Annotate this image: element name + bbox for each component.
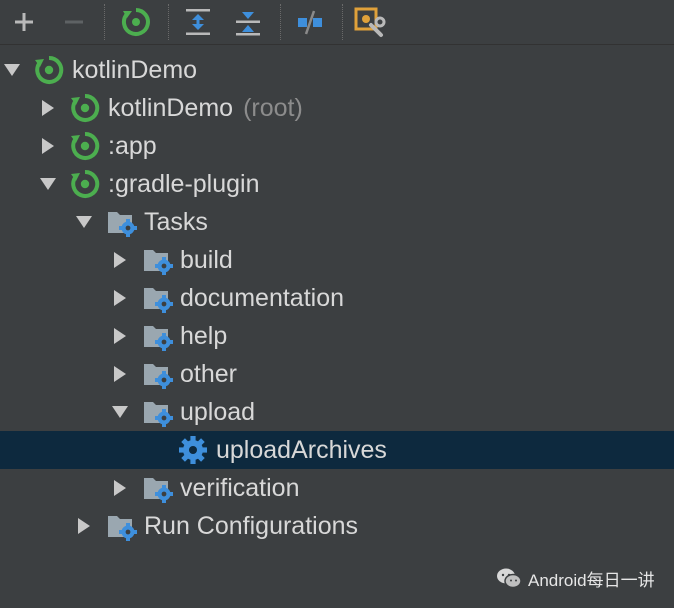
watermark: Android每日一讲 — [496, 562, 655, 594]
tree-node-text: help — [180, 322, 228, 350]
offline-toggle-icon — [298, 10, 322, 35]
collapsed-arrow-icon[interactable] — [110, 355, 130, 393]
tree-node-label: kotlinDemo (root) — [108, 89, 303, 127]
tree-node-label: build — [180, 241, 233, 279]
gradle-refresh-icon — [121, 8, 150, 36]
expanded-arrow-icon[interactable] — [38, 165, 58, 203]
tree-node-label: uploadArchives — [216, 431, 387, 469]
toggle-offline-button[interactable] — [294, 6, 326, 38]
toolbar-separator — [280, 4, 281, 40]
task-folder-icon — [142, 473, 174, 503]
tree-node[interactable]: uploadArchives — [0, 431, 674, 469]
tree-node-label: upload — [180, 393, 255, 431]
tree-node-text: kotlinDemo — [108, 94, 234, 122]
task-folder-icon — [142, 283, 174, 313]
tree-node[interactable]: help — [0, 317, 674, 355]
tree-node-text: documentation — [180, 284, 345, 312]
task-folder-icon — [142, 359, 174, 389]
tree-node-text: :gradle-plugin — [108, 170, 260, 198]
tree-node[interactable]: upload — [0, 393, 674, 431]
gradle-toolbar — [0, 0, 674, 45]
tree-node-label: :app — [108, 127, 157, 165]
gradle-module-icon — [70, 93, 102, 123]
toolbar-separator — [342, 4, 343, 40]
gradle-settings-button[interactable] — [354, 6, 386, 38]
tree-node-text: kotlinDemo — [72, 56, 198, 84]
tree-node-label: Tasks — [144, 203, 208, 241]
tree-node-label: other — [180, 355, 237, 393]
tree-node-label: :gradle-plugin — [108, 165, 260, 203]
collapsed-arrow-icon[interactable] — [38, 127, 58, 165]
tree-node-label: documentation — [180, 279, 344, 317]
tree-node[interactable]: Run Configurations — [0, 507, 674, 545]
tree-node[interactable]: Tasks — [0, 203, 674, 241]
tree-node-text: uploadArchives — [216, 436, 387, 464]
toolbar-separator — [168, 4, 169, 40]
tree-node-text: build — [180, 246, 233, 274]
collapsed-arrow-icon[interactable] — [38, 89, 58, 127]
task-folder-icon — [106, 511, 138, 541]
collapse-all-icon — [236, 12, 260, 36]
tree-node[interactable]: :gradle-plugin — [0, 165, 674, 203]
tree-node[interactable]: documentation — [0, 279, 674, 317]
watermark-text: Android每日一讲 — [528, 570, 655, 590]
task-folder-icon — [142, 321, 174, 351]
tree-node[interactable]: build — [0, 241, 674, 279]
tree-node-label: kotlinDemo — [72, 51, 197, 89]
collapsed-arrow-icon[interactable] — [110, 469, 130, 507]
remove-button[interactable] — [58, 6, 90, 38]
tree-node[interactable]: :app — [0, 127, 674, 165]
plus-icon — [15, 13, 33, 31]
expand-all-button[interactable] — [182, 6, 214, 38]
expanded-arrow-icon[interactable] — [110, 393, 130, 431]
collapsed-arrow-icon[interactable] — [74, 507, 94, 545]
collapse-all-button[interactable] — [232, 6, 264, 38]
tree-node-text: Run Configurations — [144, 512, 359, 540]
task-folder-icon — [106, 207, 138, 237]
tree-node[interactable]: other — [0, 355, 674, 393]
task-folder-icon — [142, 245, 174, 275]
expand-all-icon — [186, 9, 210, 35]
tree-node[interactable]: kotlinDemo — [0, 51, 674, 89]
refresh-button[interactable] — [120, 6, 152, 38]
gradle-project-icon — [34, 55, 66, 85]
add-button[interactable] — [8, 6, 40, 38]
gradle-module-icon — [70, 131, 102, 161]
tree-node-suffix: (root) — [243, 94, 303, 122]
collapsed-arrow-icon[interactable] — [110, 279, 130, 317]
collapsed-arrow-icon[interactable] — [110, 317, 130, 355]
tree-node[interactable]: verification — [0, 469, 674, 507]
tree-node-text: verification — [180, 474, 300, 502]
minus-icon — [65, 20, 83, 24]
tree-node-label: help — [180, 317, 227, 355]
tree-node-text: other — [180, 360, 237, 388]
gear-icon — [178, 435, 210, 465]
tree-node-label: verification — [180, 469, 300, 507]
build-settings-icon — [354, 7, 386, 37]
task-folder-icon — [142, 397, 174, 427]
tree-node-text: :app — [108, 132, 157, 160]
tree-node-text: Tasks — [144, 208, 208, 236]
gradle-module-icon — [70, 169, 102, 199]
tree-node-label: Run Configurations — [144, 507, 358, 545]
expanded-arrow-icon[interactable] — [74, 203, 94, 241]
tree-node-text: upload — [180, 398, 256, 426]
tree-node[interactable]: kotlinDemo (root) — [0, 89, 674, 127]
expanded-arrow-icon[interactable] — [2, 51, 22, 89]
toolbar-separator — [104, 4, 105, 40]
wechat-icon — [497, 568, 522, 589]
collapsed-arrow-icon[interactable] — [110, 241, 130, 279]
